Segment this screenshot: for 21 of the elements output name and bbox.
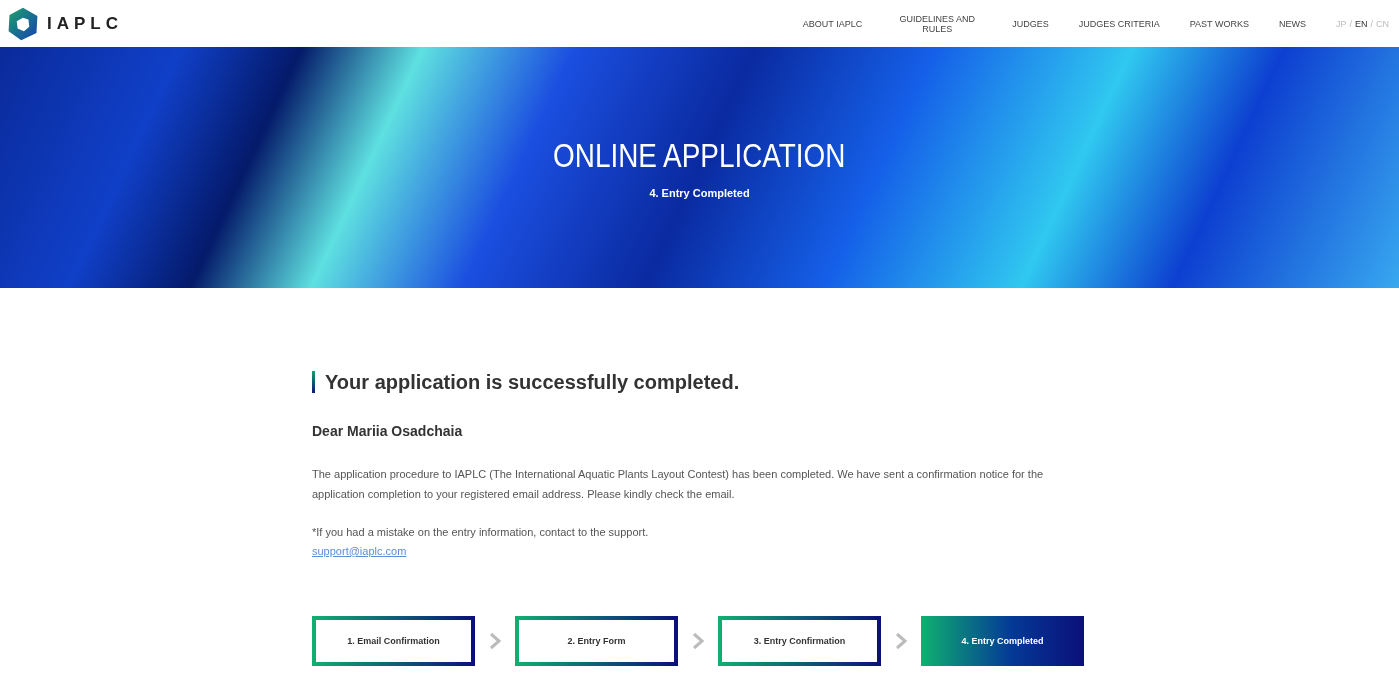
hero-title: ONLINE APPLICATION bbox=[553, 136, 846, 175]
note-text: *If you had a mistake on the entry information, contact to the support. bbox=[312, 526, 650, 538]
chevron-icon bbox=[489, 632, 501, 650]
language-link[interactable]: EN bbox=[1354, 18, 1368, 29]
section-heading: Your application is successfully completed. bbox=[312, 371, 1087, 393]
nav-link[interactable]: JUDGES CRITERIA bbox=[1078, 18, 1160, 29]
separator-text: / bbox=[1370, 18, 1373, 29]
nav-link[interactable]: ABOUT IAPLC bbox=[802, 18, 863, 29]
logo-text[interactable]: IAPLC bbox=[47, 13, 123, 34]
nav-link[interactable]: PAST WORKS bbox=[1189, 18, 1249, 29]
hero-subtitle: 4. Entry Completed bbox=[649, 187, 750, 199]
chevron-icon bbox=[692, 632, 704, 650]
nav-link[interactable]: JUDGES bbox=[1012, 18, 1049, 29]
separator-text: / bbox=[1349, 18, 1352, 29]
greeting-text: Dear Mariia Osadchaia bbox=[312, 423, 464, 439]
step-indicator: 4. Entry Completed bbox=[921, 616, 1084, 666]
nav-link[interactable]: GUIDELINES AND RULES bbox=[892, 13, 983, 34]
nav-link[interactable]: NEWS bbox=[1278, 18, 1306, 29]
chevron-icon bbox=[895, 632, 907, 650]
message-text: The application procedure to IAPLC (The International Aquatic Plants Layout Contest) has been completed. We have sent a confirmation notice for the application completion to your registered email address. Please kindly check the email. bbox=[312, 467, 1045, 502]
email-link[interactable]: support@iaplc.com bbox=[312, 545, 407, 557]
